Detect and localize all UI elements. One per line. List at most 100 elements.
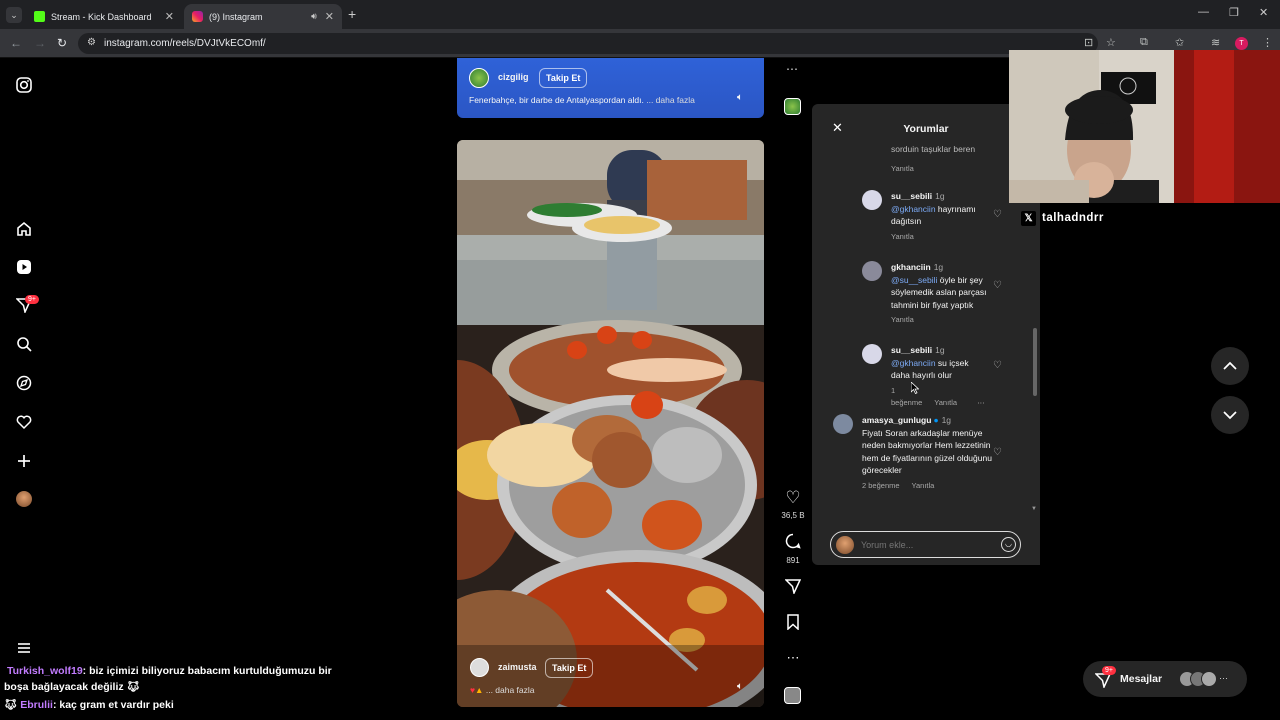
create-icon[interactable]	[14, 451, 34, 471]
volume-icon[interactable]: 🔈︎	[737, 92, 743, 103]
tab-search-button[interactable]: ⌄	[6, 7, 22, 23]
comment-username[interactable]: su__sebili	[891, 345, 932, 355]
main-reel-video[interactable]: zaimusta Takip Et ♥▲ ... daha fazla 🔈︎	[457, 140, 764, 707]
share-icon[interactable]	[782, 578, 804, 599]
back-button[interactable]: ←	[10, 36, 22, 50]
url-text: instagram.com/reels/DVJtVkECOmf/	[104, 38, 266, 49]
comment-mention[interactable]: @gkhanciin	[891, 358, 936, 368]
comment-like-icon[interactable]: ♡	[993, 447, 1002, 460]
comment-icon[interactable]	[782, 533, 804, 554]
reel-author-name[interactable]: zaimusta	[498, 662, 537, 672]
speaker-icon[interactable]: 🔊︎	[311, 11, 317, 22]
more-link[interactable]: ... daha fazla	[646, 95, 695, 105]
close-window-button[interactable]: ✕	[1259, 6, 1268, 19]
comment-input-box[interactable]: ◡	[830, 531, 1021, 558]
comment-mention[interactable]: @gkhanciin	[891, 204, 936, 214]
verified-badge-icon: ●	[933, 415, 939, 425]
media-controls-icon[interactable]: ≋	[1211, 36, 1220, 49]
more-link[interactable]: ... daha fazla	[486, 685, 535, 695]
like-icon[interactable]: ♡	[782, 488, 804, 508]
more-options-icon[interactable]: ⋯	[782, 650, 804, 666]
more-options-icon[interactable]: ⋯	[786, 62, 798, 76]
reply-link[interactable]: Yanıtla	[891, 315, 914, 324]
partial-comment-text: sorduin taşuklar beren	[891, 144, 976, 154]
messages-label: Mesajlar	[1120, 673, 1163, 685]
comments-list: sorduin taşuklar beren Yanıtla su__sebil…	[812, 142, 1040, 514]
comment-username[interactable]: gkhanciin	[891, 262, 931, 272]
comment-username[interactable]: amasya_gunlugu	[862, 415, 931, 425]
audio-thumbnail[interactable]	[784, 98, 801, 115]
chat-username: Turkish_wolf19	[7, 665, 83, 677]
commenter-avatar[interactable]	[862, 190, 882, 210]
previous-reel-button[interactable]	[1211, 347, 1249, 385]
reload-button[interactable]: ↻	[57, 36, 67, 50]
scroll-down-arrow-icon[interactable]: ▼	[1031, 506, 1037, 512]
reels-icon[interactable]	[14, 257, 34, 277]
comment-like-count[interactable]: 2 beğenme	[862, 481, 900, 490]
chat-message: Turkish_wolf19: biz içimizi biliyoruz ba…	[4, 663, 344, 695]
restore-button[interactable]: ❐	[1229, 6, 1239, 19]
comment-like-icon[interactable]: ♡	[993, 280, 1002, 293]
emoji-icon[interactable]: ◡	[1001, 537, 1016, 552]
tab-kick-dashboard[interactable]: Stream - Kick Dashboard ✕	[26, 4, 182, 29]
commenter-avatar[interactable]	[862, 261, 882, 281]
reply-link[interactable]: Yanıtla	[891, 164, 914, 173]
install-app-icon[interactable]: ⊡	[1084, 36, 1093, 49]
explore-icon[interactable]	[14, 373, 34, 393]
comment-like-icon[interactable]: ♡	[993, 209, 1002, 222]
comment-more-icon[interactable]: ⋯	[977, 398, 985, 407]
flame-emoji: ▲	[475, 685, 484, 695]
heart-icon[interactable]	[14, 412, 34, 432]
audio-thumbnail[interactable]	[784, 687, 801, 704]
tab-instagram[interactable]: (9) Instagram 🔊︎ ✕	[184, 4, 342, 29]
extensions-icon[interactable]: ⧉	[1140, 36, 1148, 49]
comments-scrollbar[interactable]	[1033, 328, 1037, 396]
previous-reel[interactable]: cizgilig Takip Et Fenerbahçe, bir darbe …	[457, 58, 764, 118]
forward-button[interactable]: →	[34, 36, 46, 50]
comment-username[interactable]: su__sebili	[891, 191, 932, 201]
follow-button[interactable]: Takip Et	[539, 68, 588, 88]
bookmarks-icon[interactable]: ✩	[1175, 36, 1184, 49]
search-icon[interactable]	[14, 334, 34, 354]
browser-menu-icon[interactable]: ⋮	[1262, 36, 1273, 49]
home-icon[interactable]	[14, 219, 34, 239]
address-bar[interactable]: ⚙ instagram.com/reels/DVJtVkECOmf/	[78, 33, 1098, 54]
comment-input[interactable]	[861, 538, 991, 552]
reply-link[interactable]: Yanıtla	[912, 481, 935, 490]
x-twitter-icon: 𝕏	[1021, 211, 1036, 226]
volume-icon[interactable]: 🔈︎	[737, 681, 743, 692]
chat-username: Ebrulii	[20, 699, 53, 711]
reply-link[interactable]: Yanıtla	[934, 398, 957, 407]
new-tab-button[interactable]: +	[348, 6, 356, 22]
instagram-favicon	[192, 11, 203, 22]
messages-button[interactable]: 9+ Mesajlar ⋯	[1083, 661, 1247, 697]
profile-avatar[interactable]: T	[1235, 37, 1248, 50]
chat-message: 🐺︎ Ebrulii: kaç gram et vardır peki	[4, 697, 344, 713]
comment-count: 891	[786, 556, 800, 565]
reel-caption: ♥▲ ... daha fazla	[470, 685, 535, 695]
minimize-button[interactable]: —	[1198, 6, 1209, 18]
save-icon[interactable]	[782, 614, 804, 635]
profile-avatar[interactable]	[16, 491, 32, 507]
reel-author-name[interactable]: cizgilig	[498, 72, 529, 82]
instagram-logo-icon[interactable]	[14, 75, 34, 95]
comment-like-icon[interactable]: ♡	[993, 360, 1002, 373]
like-count: 36,5 B	[781, 511, 805, 520]
reel-author-avatar[interactable]	[470, 658, 489, 677]
bookmark-star-icon[interactable]: ☆	[1106, 36, 1116, 49]
comment-time: 1g	[933, 262, 944, 272]
comment-mention[interactable]: @su__sebili	[891, 275, 937, 285]
reply-link[interactable]: Yanıtla	[891, 232, 914, 241]
comment-time: 1g	[935, 191, 945, 201]
close-tab-icon[interactable]: ✕	[165, 10, 174, 23]
webcam-feed	[1009, 50, 1280, 203]
reel-caption: Fenerbahçe, bir darbe de Antalyaspordan …	[469, 95, 729, 105]
close-tab-icon[interactable]: ✕	[325, 10, 334, 23]
commenter-avatar[interactable]	[862, 344, 882, 364]
next-reel-button[interactable]	[1211, 396, 1249, 434]
reel-author-avatar[interactable]	[469, 68, 489, 88]
menu-icon[interactable]	[14, 638, 34, 658]
commenter-avatar[interactable]	[833, 414, 853, 434]
site-info-icon[interactable]: ⚙	[87, 37, 96, 48]
follow-button[interactable]: Takip Et	[545, 658, 594, 678]
